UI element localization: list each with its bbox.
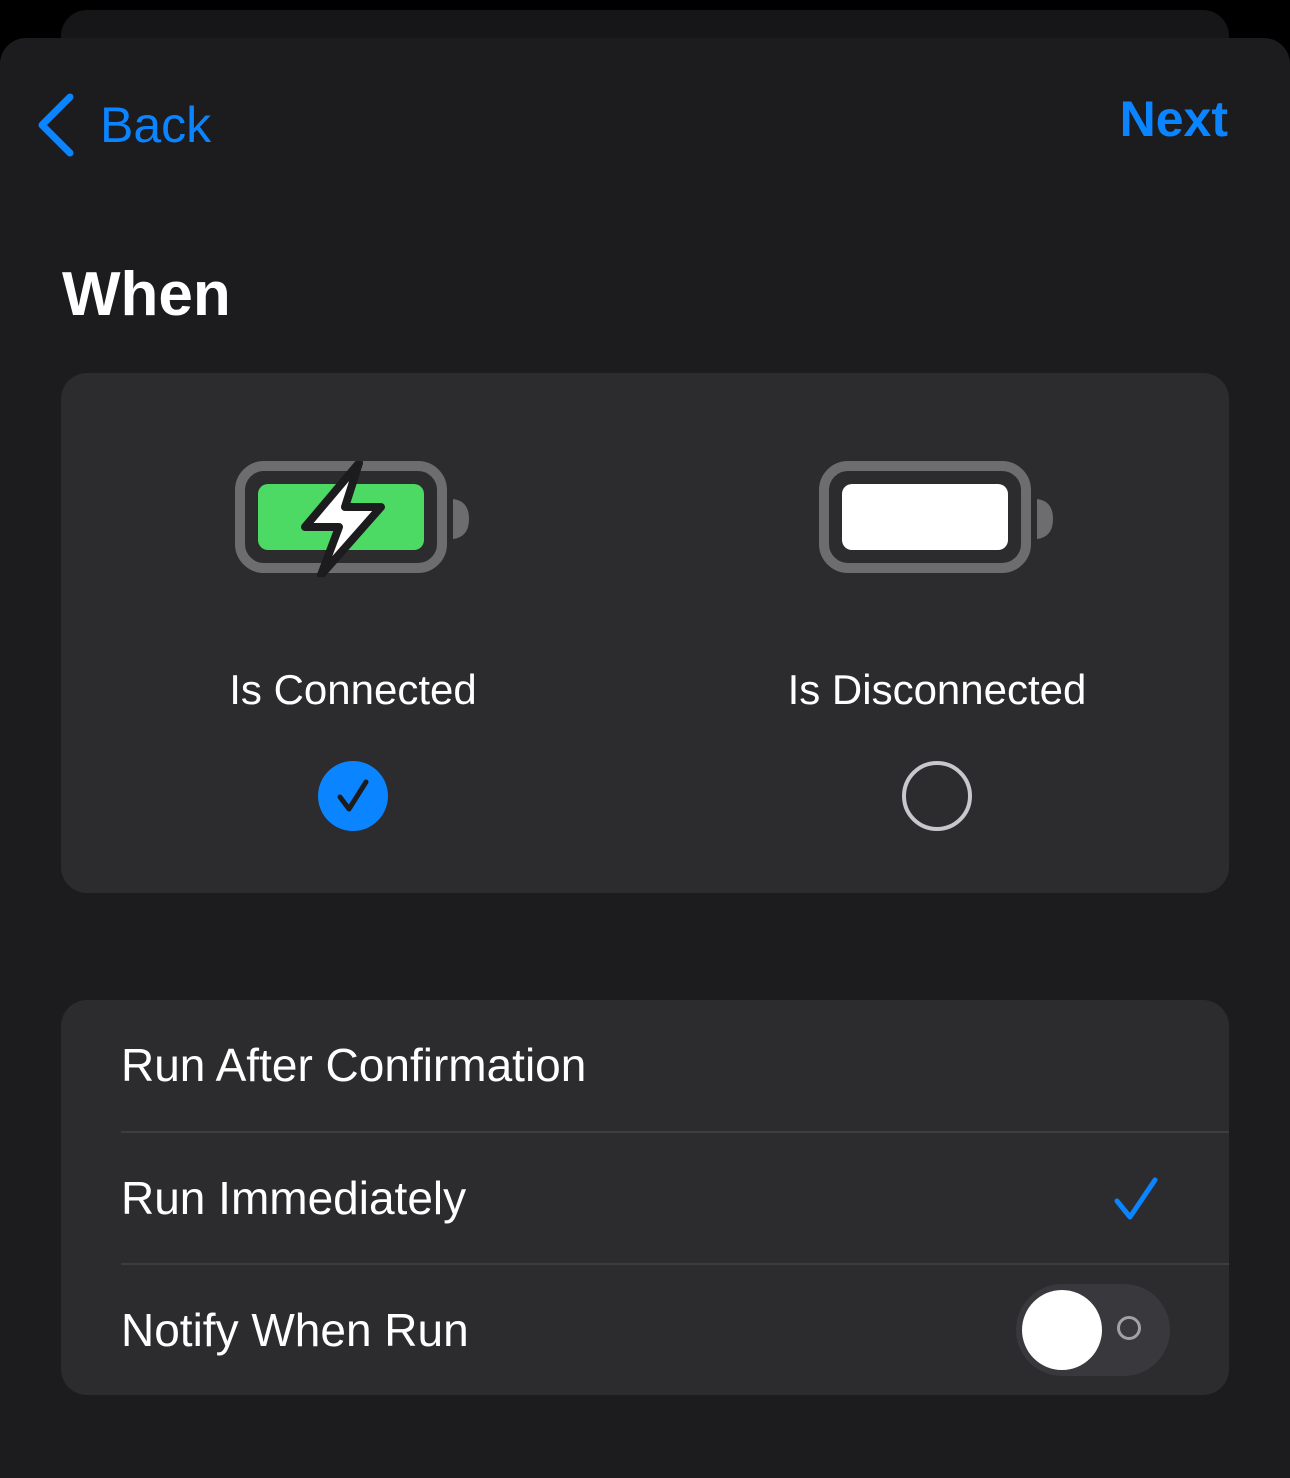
choice-is-disconnected[interactable]: Is Disconnected [645,373,1229,893]
back-label: Back [100,97,212,153]
choice-label: Is Disconnected [787,666,1087,713]
checkmark-icon [1114,1177,1158,1220]
option-run-after-confirmation[interactable]: Run After Confirmation [61,1000,1229,1131]
next-button[interactable]: Next [1120,94,1228,144]
choice-label: Is Connected [229,666,477,713]
battery-charging-icon [235,461,469,577]
option-label: Run After Confirmation [121,1039,587,1091]
choice-is-connected[interactable]: Is Connected [61,373,645,893]
page-title: When [62,260,231,329]
option-label: Notify When Run [121,1304,469,1356]
notify-toggle[interactable] [1016,1284,1170,1376]
run-options-list: Run After Confirmation Run Immediately N… [61,1000,1229,1395]
back-button[interactable]: Back [36,90,211,160]
option-label: Run Immediately [121,1172,467,1224]
checkmark-circle-filled-icon [318,761,388,831]
toggle-off-indicator-icon [1117,1316,1141,1340]
option-run-immediately[interactable]: Run Immediately [61,1133,1229,1264]
toggle-knob [1022,1290,1102,1370]
battery-full-icon [819,461,1053,573]
charger-state-card: Is Connected Is Disconnected [61,373,1229,893]
empty-circle-icon [902,761,972,831]
chevron-left-icon [38,93,74,157]
